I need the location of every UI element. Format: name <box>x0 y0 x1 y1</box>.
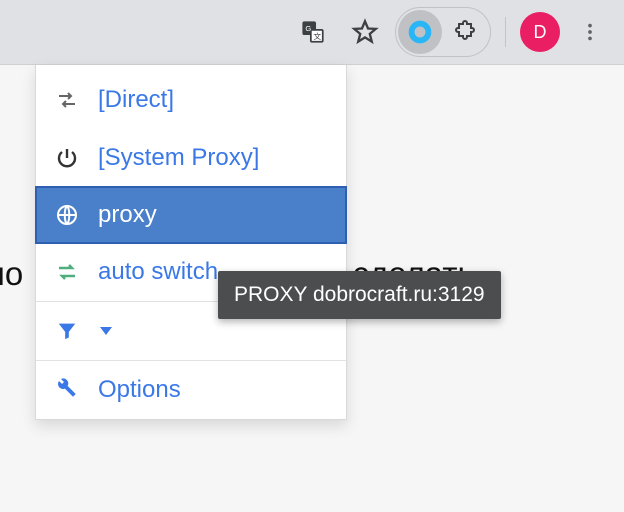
menu-label: auto switch <box>98 258 218 286</box>
menu-label: proxy <box>98 201 157 229</box>
direct-icon <box>54 87 80 113</box>
proxy-tooltip: PROXY dobrocraft.ru:3129 <box>218 271 501 319</box>
toolbar-separator <box>505 17 506 47</box>
browser-toolbar: G 文 D <box>0 0 624 64</box>
page-heading: ешо о сделать <box>0 255 23 293</box>
extension-pill <box>395 7 491 57</box>
svg-text:文: 文 <box>314 31 322 41</box>
menu-label: [Direct] <box>98 86 174 114</box>
power-icon <box>54 145 80 171</box>
menu-label: Options <box>98 376 181 404</box>
avatar[interactable]: D <box>520 12 560 52</box>
funnel-icon <box>54 318 80 344</box>
menu-item-direct[interactable]: [Direct] <box>36 71 346 129</box>
globe-icon <box>54 202 80 228</box>
star-icon[interactable] <box>343 10 387 54</box>
page-heading-left: ешо <box>0 255 23 292</box>
translate-icon[interactable]: G 文 <box>291 10 335 54</box>
recycle-icon <box>54 259 80 285</box>
tooltip-text: PROXY dobrocraft.ru:3129 <box>234 283 485 306</box>
page-background: ешо о сделать [Direct] [System Proxy] <box>0 64 624 512</box>
menu-item-system-proxy[interactable]: [System Proxy] <box>36 129 346 187</box>
kebab-menu-icon[interactable] <box>568 10 612 54</box>
svg-text:G: G <box>305 24 311 33</box>
menu-item-proxy[interactable]: proxy <box>35 186 347 244</box>
menu-label: [System Proxy] <box>98 144 259 172</box>
omega-extension-icon[interactable] <box>398 10 442 54</box>
extensions-icon[interactable] <box>444 10 488 54</box>
wrench-icon <box>54 377 80 403</box>
chevron-down-icon <box>100 327 112 335</box>
menu-item-options[interactable]: Options <box>36 361 346 419</box>
avatar-letter: D <box>534 22 547 43</box>
proxy-menu-popup: [Direct] [System Proxy] proxy <box>35 65 347 420</box>
